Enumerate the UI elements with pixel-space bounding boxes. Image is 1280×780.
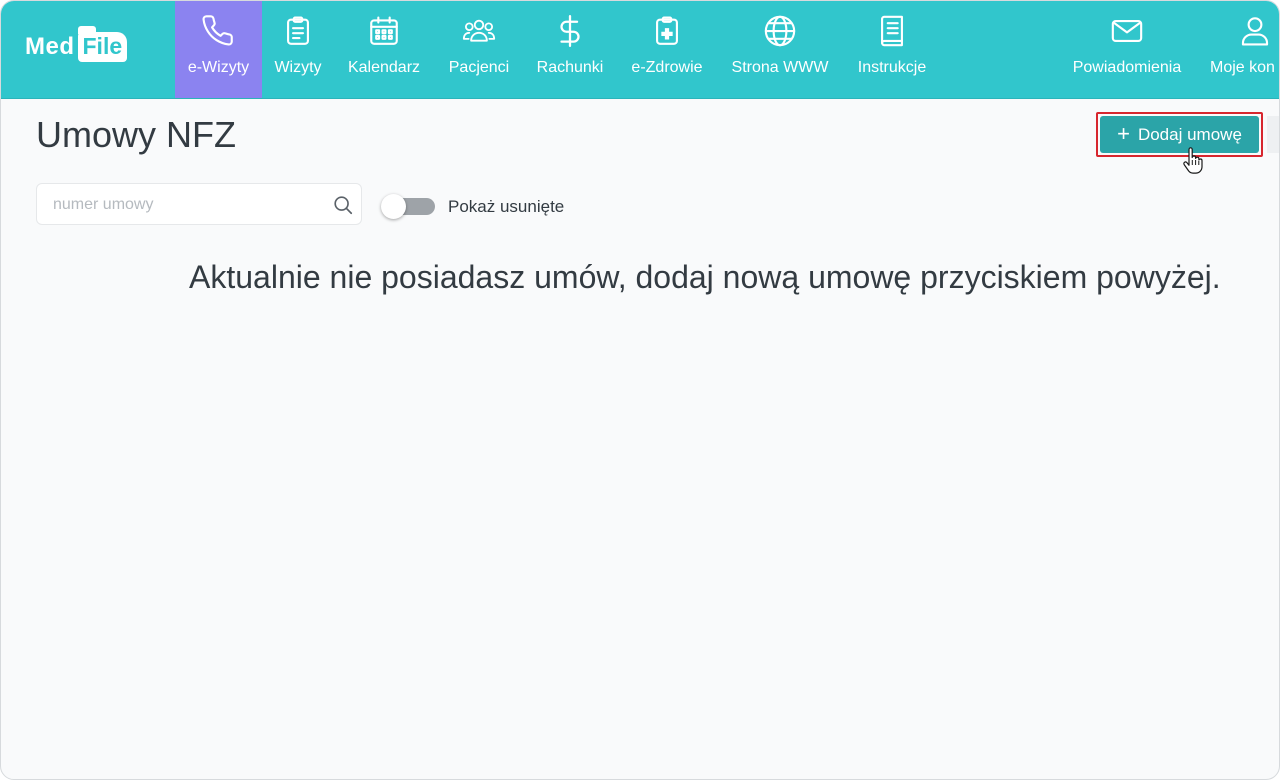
- nav-label: Strona WWW: [731, 59, 829, 76]
- search-icon[interactable]: [332, 194, 354, 216]
- nav-item-e-zdrowie[interactable]: e-Zdrowie: [625, 1, 709, 98]
- calendar-icon: [366, 13, 402, 49]
- top-navbar: Med File e-Wizyty Wizyty Kalendarz Pacje…: [1, 1, 1279, 99]
- show-deleted-toggle[interactable]: [381, 194, 436, 219]
- nav-item-powiadomienia[interactable]: Powiadomienia: [1063, 1, 1191, 98]
- search-input[interactable]: [51, 193, 325, 217]
- nav-item-rachunki[interactable]: Rachunki: [531, 1, 609, 98]
- page-title: Umowy NFZ: [36, 114, 236, 155]
- nav-item-kalendarz[interactable]: Kalendarz: [342, 1, 426, 98]
- logo-text-med: Med: [25, 33, 75, 60]
- envelope-icon: [1109, 13, 1145, 49]
- show-deleted-label[interactable]: Pokaż usunięte: [448, 197, 564, 217]
- globe-icon: [762, 13, 798, 49]
- search-box: [36, 183, 362, 225]
- dollar-icon: [552, 13, 588, 49]
- nav-label: Pacjenci: [448, 59, 510, 76]
- logo-text-file: File: [77, 26, 128, 62]
- nav-item-wizyty[interactable]: Wizyty: [268, 1, 328, 98]
- side-panel-edge: [1267, 116, 1279, 153]
- nav-item-pacjenci[interactable]: Pacjenci: [442, 1, 516, 98]
- nav-label: Kalendarz: [347, 59, 421, 76]
- medfile-logo[interactable]: Med File: [25, 26, 128, 67]
- add-contract-button[interactable]: + Dodaj umowę: [1100, 116, 1259, 153]
- nav-label: Wizyty: [274, 59, 322, 76]
- nav-label: Instrukcje: [857, 59, 927, 76]
- plus-icon: +: [1117, 120, 1130, 146]
- book-icon: [874, 13, 910, 49]
- users-icon: [461, 13, 497, 49]
- toggle-knob: [381, 194, 406, 219]
- hand-cursor-icon: [1183, 147, 1203, 174]
- add-contract-label: Dodaj umowę: [1137, 124, 1242, 144]
- nav-item-instrukcje[interactable]: Instrukcje: [851, 1, 933, 98]
- nav-item-strona-www[interactable]: Strona WWW: [725, 1, 835, 98]
- nav-item-moje-konto[interactable]: Moje kon: [1207, 1, 1279, 98]
- nav-label: e-Wizyty: [187, 59, 250, 76]
- nav-label: Moje kon: [1210, 59, 1275, 76]
- nav-label: Rachunki: [536, 59, 604, 76]
- empty-state-message: Aktualnie nie posiadasz umów, dodaj nową…: [189, 259, 1221, 295]
- medical-clipboard-icon: [649, 13, 685, 49]
- app-window: Med File e-Wizyty Wizyty Kalendarz Pacje…: [0, 0, 1280, 780]
- nav-label: Powiadomienia: [1072, 59, 1182, 76]
- phone-icon: [201, 13, 237, 49]
- nav-item-e-wizyty[interactable]: e-Wizyty: [175, 1, 262, 98]
- user-icon: [1237, 13, 1273, 49]
- clipboard-icon: [280, 13, 316, 49]
- nav-label: e-Zdrowie: [631, 59, 703, 76]
